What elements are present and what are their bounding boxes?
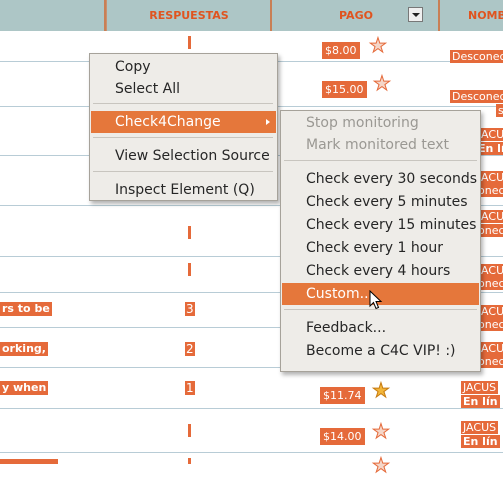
check4change-submenu: Stop monitoring Mark monitored text Chec… — [280, 110, 481, 372]
star-outline-icon[interactable]: ★ — [372, 455, 391, 476]
menu-separator — [93, 137, 273, 138]
table-header: RESPUESTAS PAGO NOMB — [0, 0, 503, 31]
submenu-item-every-5-minutes[interactable]: Check every 5 minutes — [282, 191, 479, 213]
response-count-marker — [188, 424, 191, 437]
status-label: Desconec — [450, 90, 503, 103]
pago-filter-dropdown[interactable] — [408, 7, 423, 22]
mouse-cursor-icon — [369, 290, 383, 310]
menu-item-check4change[interactable]: Check4Change — [91, 111, 276, 133]
menu-item-copy[interactable]: Copy — [91, 56, 276, 78]
submenu-item-mark-monitored-text: Mark monitored text — [306, 137, 450, 153]
price-badge: $8.00 — [322, 42, 360, 59]
row-title-fragment[interactable]: rs to be — [0, 302, 52, 316]
menu-item-select-all[interactable]: Select All — [91, 78, 276, 100]
star-filled-icon[interactable]: ★ — [372, 380, 391, 401]
row-title-fragment[interactable]: y when — [0, 381, 49, 395]
submenu-item-become-vip[interactable]: Become a C4C VIP! :) — [282, 340, 479, 362]
star-outline-icon[interactable]: ★ — [373, 73, 392, 94]
user-name[interactable]: JACUS — [461, 421, 499, 434]
menu-item-label: Check4Change — [115, 114, 221, 130]
submenu-item-stop-monitoring: Stop monitoring — [306, 115, 419, 131]
column-header-respuestas[interactable]: RESPUESTAS — [106, 0, 271, 31]
row-title-fragment[interactable]: orking, — [0, 342, 48, 356]
row-title-fragment[interactable] — [0, 459, 58, 464]
response-count-marker — [188, 226, 191, 239]
submenu-item-every-1-hour[interactable]: Check every 1 hour — [282, 237, 479, 259]
row-divider — [0, 408, 503, 409]
menu-separator — [93, 171, 273, 172]
status-label: s — [496, 104, 503, 117]
response-count: 3 — [185, 302, 195, 316]
menu-item-inspect-element[interactable]: Inspect Element (Q) — [91, 179, 276, 201]
price-badge: $15.00 — [322, 81, 367, 98]
star-outline-icon[interactable]: ★ — [369, 35, 388, 56]
status-label: En lín — [461, 395, 500, 408]
submenu-item-every-4-hours[interactable]: Check every 4 hours — [282, 260, 479, 282]
submenu-arrow-icon — [266, 119, 270, 125]
star-outline-icon[interactable]: ★ — [372, 421, 391, 442]
response-count: 2 — [185, 342, 195, 356]
column-header-nombre[interactable]: NOMB — [438, 0, 503, 31]
submenu-item-every-30-seconds[interactable]: Check every 30 seconds — [282, 168, 479, 190]
price-badge: $11.74 — [320, 387, 365, 404]
response-count-marker — [188, 263, 191, 276]
context-menu: Copy Select All Check4Change View Select… — [89, 53, 278, 201]
menu-item-view-selection-source[interactable]: View Selection Source — [91, 145, 276, 167]
response-count: 1 — [185, 381, 195, 395]
menu-separator — [93, 103, 273, 104]
submenu-item-feedback[interactable]: Feedback... — [282, 317, 479, 339]
status-label: Desconec — [450, 50, 503, 63]
response-count-marker — [188, 458, 191, 464]
status-label: En lín — [461, 435, 500, 448]
submenu-item-every-15-minutes[interactable]: Check every 15 minutes — [282, 214, 479, 236]
row-divider — [0, 452, 503, 453]
response-count-marker — [188, 36, 191, 49]
price-badge: $14.00 — [320, 428, 365, 445]
user-name[interactable]: JACUS — [461, 381, 499, 394]
menu-separator — [284, 160, 477, 161]
